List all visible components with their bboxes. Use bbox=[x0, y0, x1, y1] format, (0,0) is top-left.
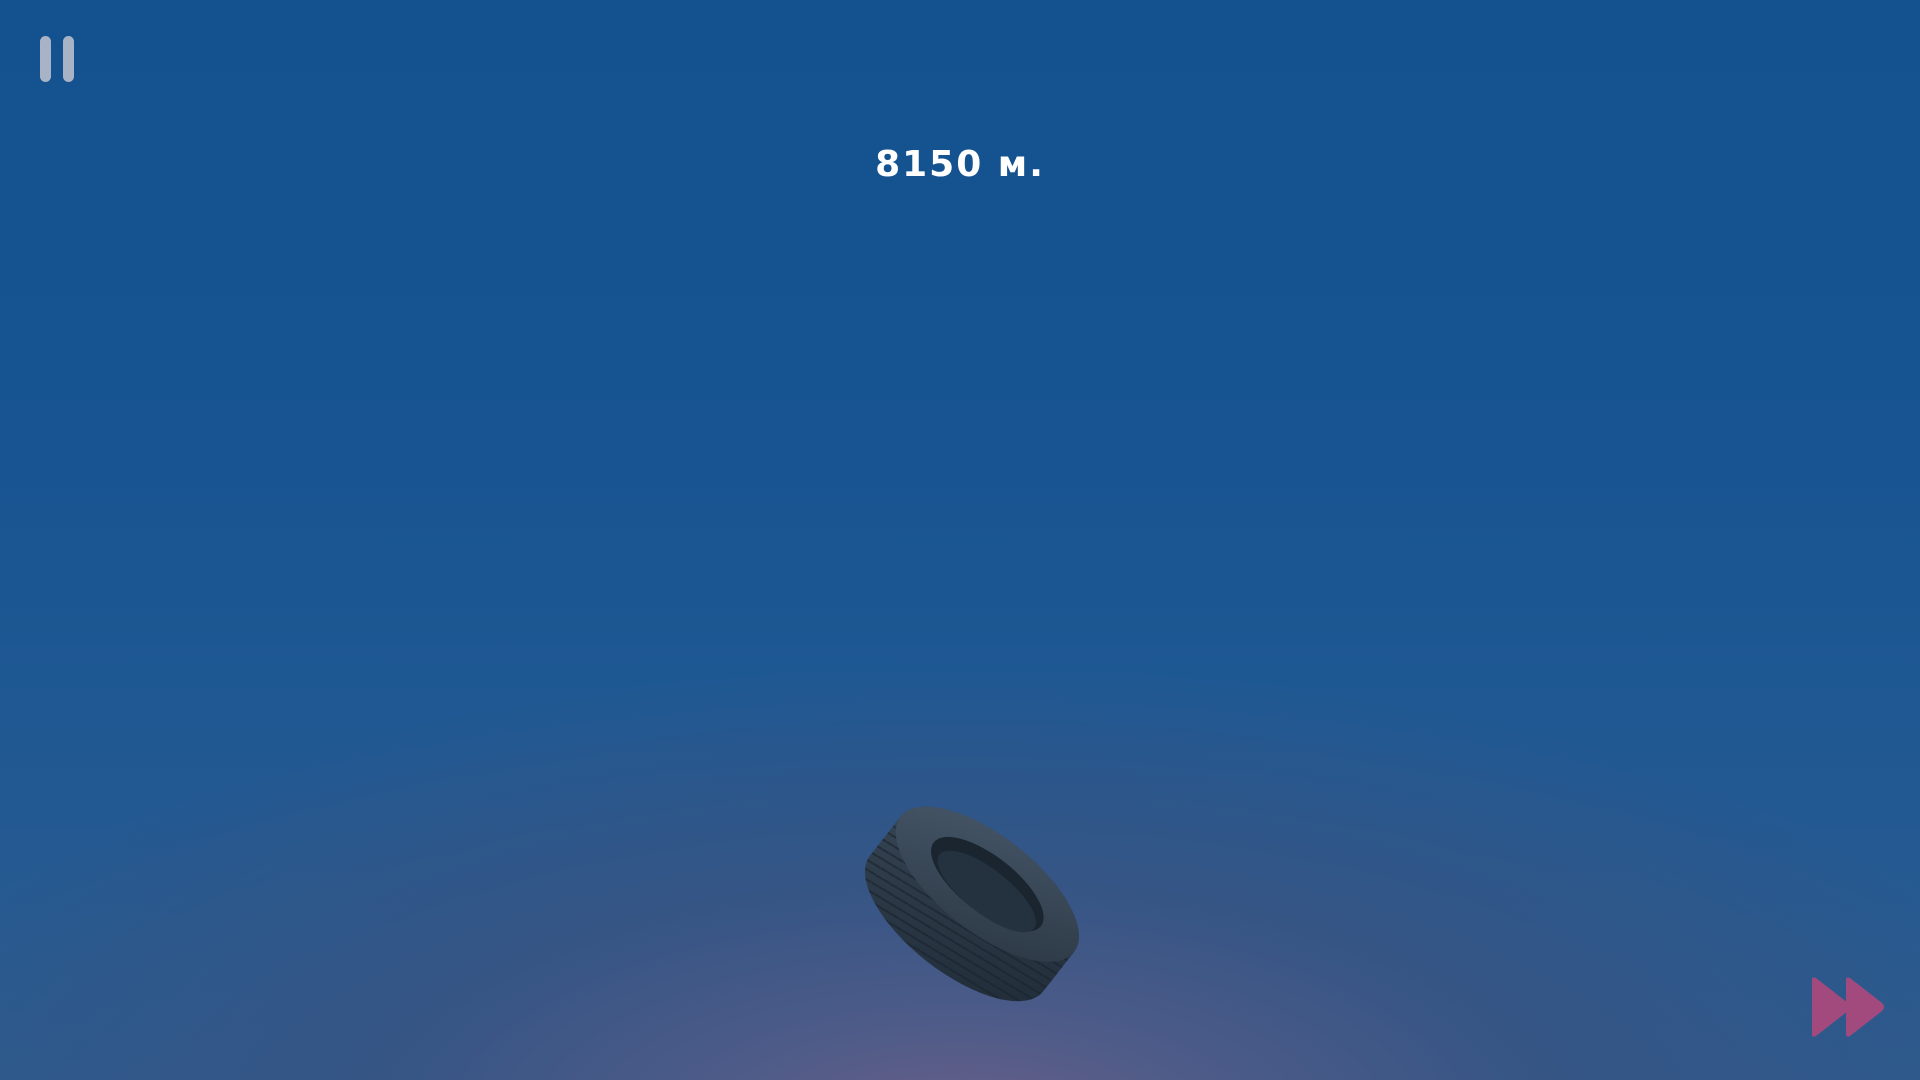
distance-counter: 8150 м. bbox=[875, 144, 1045, 185]
tire-icon bbox=[864, 806, 1079, 1002]
fast-forward-button[interactable] bbox=[1808, 974, 1888, 1040]
pause-icon-bar-left bbox=[40, 36, 51, 82]
pause-button[interactable] bbox=[38, 36, 78, 82]
fast-forward-icon bbox=[1812, 977, 1884, 1037]
pause-icon-bar-right bbox=[63, 36, 74, 82]
